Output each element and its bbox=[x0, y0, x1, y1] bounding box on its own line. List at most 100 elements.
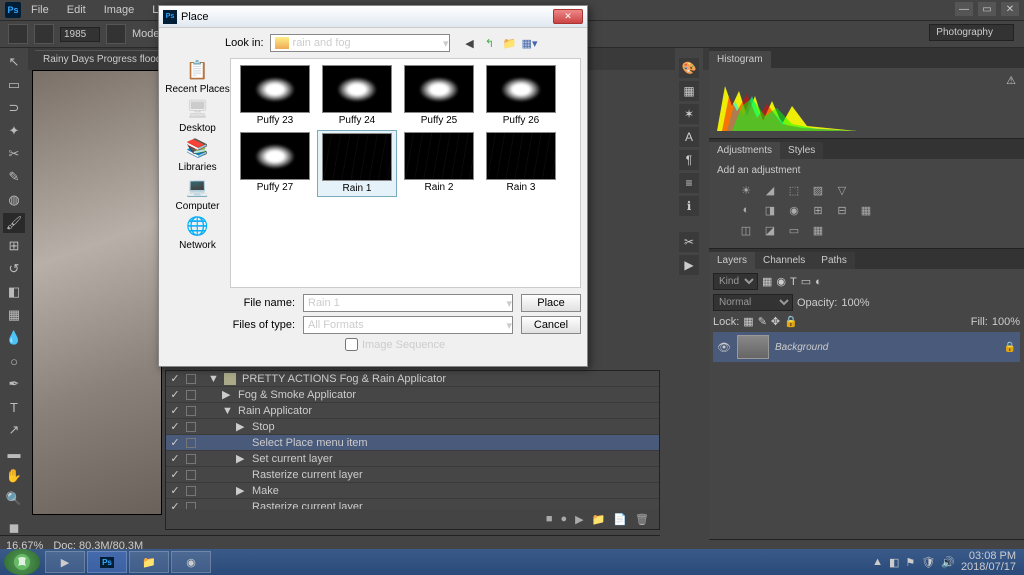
check-icon[interactable]: ✓ bbox=[170, 372, 180, 385]
channels-tab[interactable]: Channels bbox=[755, 252, 813, 269]
pen-tool[interactable]: ✒ bbox=[3, 374, 25, 394]
back-icon[interactable]: ◀ bbox=[462, 35, 478, 51]
trash-icon[interactable]: 🗑 bbox=[635, 513, 649, 526]
menu-image[interactable]: Image bbox=[96, 2, 143, 18]
filter-icon[interactable]: ▭ bbox=[801, 275, 811, 288]
task-photoshop[interactable]: Ps bbox=[87, 551, 127, 573]
tray-icon[interactable]: 🔊 bbox=[941, 556, 955, 569]
history-brush-tool[interactable]: ↺ bbox=[3, 259, 25, 279]
file-item[interactable]: Puffy 27 bbox=[235, 130, 315, 197]
styles-tab[interactable]: Styles bbox=[780, 142, 823, 159]
bw-icon[interactable]: ◨ bbox=[761, 202, 779, 218]
type-icon[interactable]: A bbox=[679, 127, 699, 147]
dialog-toggle[interactable] bbox=[186, 470, 196, 480]
menu-file[interactable]: File bbox=[23, 2, 57, 18]
task-chrome[interactable]: ◉ bbox=[171, 551, 211, 573]
sidebar-recent[interactable]: 📋Recent Places bbox=[165, 58, 229, 95]
lookin-select[interactable]: rain and fog ▾ bbox=[270, 34, 450, 52]
start-button[interactable] bbox=[4, 549, 40, 575]
expand-icon[interactable]: ▼ bbox=[222, 405, 232, 417]
tray-icon[interactable]: ⚑ bbox=[905, 556, 915, 569]
check-icon[interactable]: ✓ bbox=[170, 468, 180, 481]
brush-preview-icon[interactable] bbox=[34, 24, 54, 44]
brightness-icon[interactable]: ☀ bbox=[737, 182, 755, 198]
file-list[interactable]: Puffy 23Puffy 24Puffy 25Puffy 26Puffy 27… bbox=[230, 58, 581, 288]
sidebar-desktop[interactable]: 🖥Desktop bbox=[179, 97, 216, 134]
wand-tool[interactable]: ✦ bbox=[3, 121, 25, 141]
lock-icon[interactable]: ▦ bbox=[743, 315, 753, 328]
brushes-icon[interactable]: ✶ bbox=[679, 104, 699, 124]
dialog-toggle[interactable] bbox=[186, 390, 196, 400]
photo-filter-icon[interactable]: ◉ bbox=[785, 202, 803, 218]
curves-icon[interactable]: ⬚ bbox=[785, 182, 803, 198]
workspace-select[interactable]: Photography bbox=[929, 24, 1014, 41]
gradient-map-icon[interactable]: ▭ bbox=[785, 222, 803, 238]
new-folder-icon[interactable]: 📁 bbox=[502, 35, 518, 51]
zoom-tool[interactable]: 🔍 bbox=[3, 489, 25, 509]
play-icon[interactable]: ▶ bbox=[679, 255, 699, 275]
file-item[interactable]: Puffy 24 bbox=[317, 63, 397, 128]
check-icon[interactable]: ✓ bbox=[170, 484, 180, 497]
tool-preset-icon[interactable] bbox=[8, 24, 28, 44]
lasso-tool[interactable]: ⊃ bbox=[3, 98, 25, 118]
filter-icon[interactable]: T bbox=[790, 276, 797, 288]
task-explorer[interactable]: 📁 bbox=[129, 551, 169, 573]
action-row[interactable]: ✓▼Rain Applicator bbox=[166, 403, 659, 419]
visibility-icon[interactable]: 👁 bbox=[717, 341, 731, 354]
expand-icon[interactable]: ▼ bbox=[208, 373, 218, 385]
check-icon[interactable]: ✓ bbox=[170, 436, 180, 449]
sidebar-libraries[interactable]: 📚Libraries bbox=[178, 136, 216, 173]
vibrance-icon[interactable]: ▽ bbox=[833, 182, 851, 198]
eraser-tool[interactable]: ◧ bbox=[3, 282, 25, 302]
info-icon[interactable]: ℹ bbox=[679, 196, 699, 216]
dialog-toggle[interactable] bbox=[186, 374, 196, 384]
blur-tool[interactable]: 💧 bbox=[3, 328, 25, 348]
threshold-icon[interactable]: ◪ bbox=[761, 222, 779, 238]
action-row[interactable]: ✓▶Fog & Smoke Applicator bbox=[166, 387, 659, 403]
file-item[interactable]: Rain 1 bbox=[317, 130, 397, 197]
place-button[interactable]: Place bbox=[521, 294, 581, 312]
filter-icon[interactable]: ◉ bbox=[776, 275, 786, 288]
brush-size-input[interactable] bbox=[60, 27, 100, 42]
layer-row[interactable]: 👁 Background 🔒 bbox=[713, 332, 1020, 362]
layer-thumbnail[interactable] bbox=[737, 335, 769, 359]
brush-panel-icon[interactable] bbox=[106, 24, 126, 44]
clock[interactable]: 03:08 PM2018/07/17 bbox=[961, 551, 1016, 573]
sidebar-network[interactable]: 🌐Network bbox=[179, 214, 216, 251]
check-icon[interactable]: ✓ bbox=[170, 452, 180, 465]
blend-mode-select[interactable]: Normal bbox=[713, 294, 793, 311]
file-item[interactable]: Puffy 25 bbox=[399, 63, 479, 128]
expand-icon[interactable]: ▶ bbox=[236, 484, 246, 497]
move-tool[interactable]: ↖ bbox=[3, 52, 25, 72]
action-row[interactable]: ✓▶Make bbox=[166, 483, 659, 499]
view-menu-icon[interactable]: ▦▾ bbox=[522, 35, 538, 51]
action-row[interactable]: ✓Select Place menu item bbox=[166, 435, 659, 451]
type-tool[interactable]: T bbox=[3, 397, 25, 417]
selective-color-icon[interactable]: ▦ bbox=[809, 222, 827, 238]
action-row[interactable]: ✓▶Set current layer bbox=[166, 451, 659, 467]
up-icon[interactable]: ↰ bbox=[482, 35, 498, 51]
action-row[interactable]: ✓▶Stop bbox=[166, 419, 659, 435]
filter-kind-select[interactable]: Kind bbox=[713, 273, 758, 290]
filetype-select[interactable]: All Formats▾ bbox=[303, 316, 513, 334]
actions-icon[interactable]: ✂ bbox=[679, 232, 699, 252]
minimize-button[interactable]: — bbox=[955, 2, 973, 16]
tray-icon[interactable]: ◧ bbox=[889, 556, 899, 569]
styles-icon[interactable]: ≡ bbox=[679, 173, 699, 193]
tray-icon[interactable]: 🛡 bbox=[921, 556, 935, 569]
hand-tool[interactable]: ✋ bbox=[3, 466, 25, 486]
expand-icon[interactable]: ▶ bbox=[222, 388, 232, 401]
dialog-toggle[interactable] bbox=[186, 422, 196, 432]
dialog-toggle[interactable] bbox=[186, 454, 196, 464]
layers-tab[interactable]: Layers bbox=[709, 252, 755, 269]
invert-icon[interactable]: ▦ bbox=[857, 202, 875, 218]
lock-icon[interactable]: ✥ bbox=[771, 315, 780, 328]
gradient-tool[interactable]: ▦ bbox=[3, 305, 25, 325]
expand-icon[interactable]: ▶ bbox=[236, 452, 246, 465]
path-tool[interactable]: ↗ bbox=[3, 420, 25, 440]
filename-input[interactable]: Rain 1▾ bbox=[303, 294, 513, 312]
dodge-tool[interactable]: ○ bbox=[3, 351, 25, 371]
play-icon[interactable]: ▶ bbox=[575, 513, 583, 526]
menu-edit[interactable]: Edit bbox=[59, 2, 94, 18]
warning-icon[interactable]: ⚠ bbox=[1006, 74, 1016, 87]
